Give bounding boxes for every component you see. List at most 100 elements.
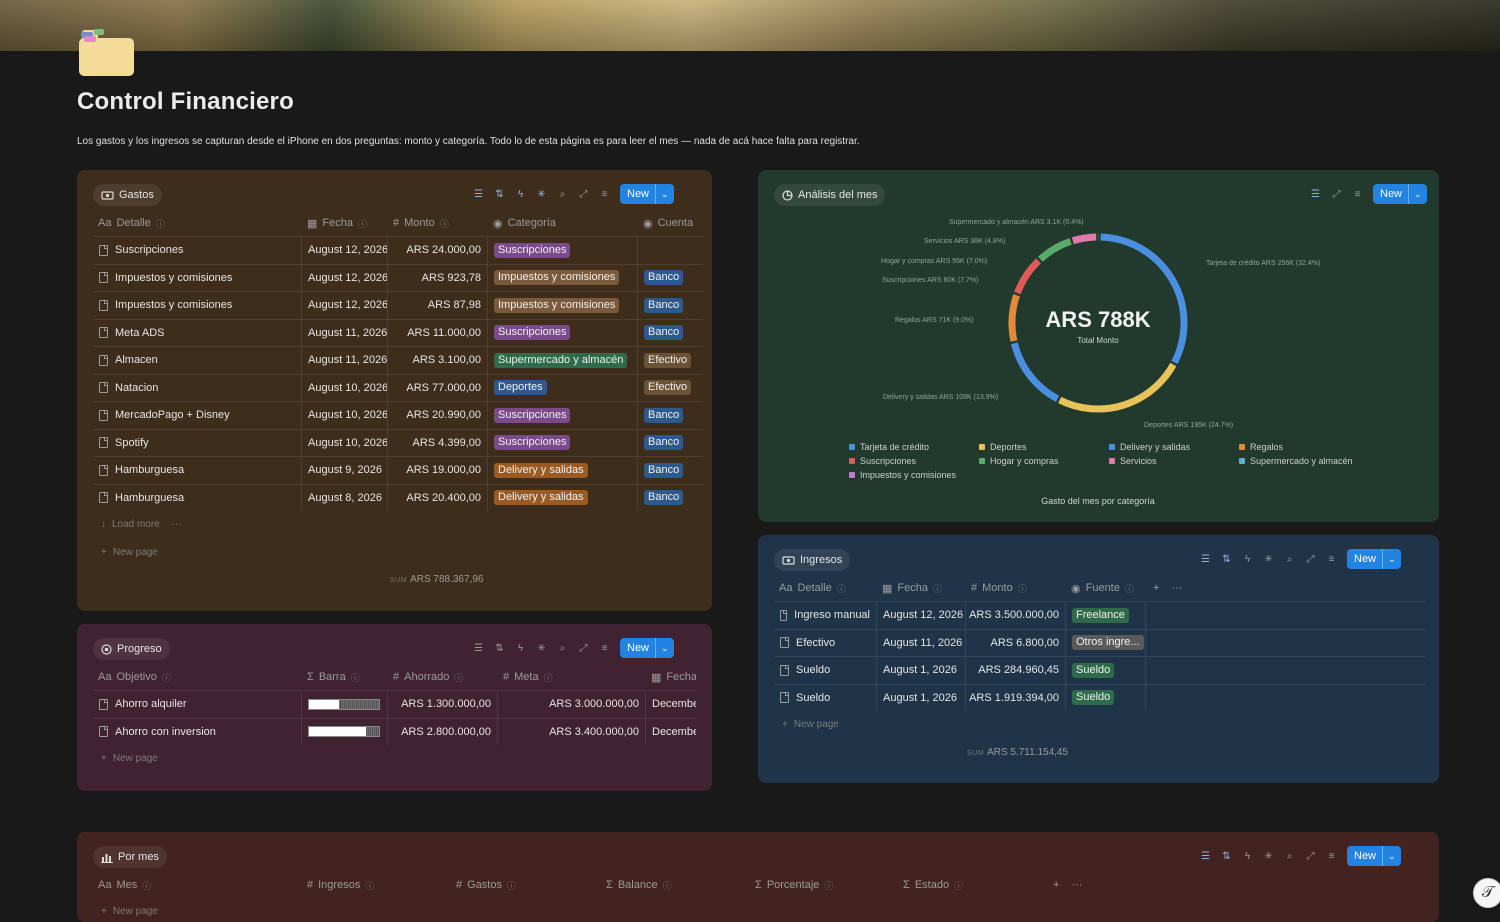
load-more-button[interactable]: ↓Load more···	[101, 519, 182, 530]
cell-monto[interactable]: ARS 24.000,00	[388, 237, 488, 264]
cell-detalle[interactable]: Suscripciones	[93, 237, 302, 264]
table-row[interactable]: SuscripcionesAugust 12, 2026ARS 24.000,0…	[93, 236, 703, 263]
cell-categoria[interactable]: Impuestos y comisiones	[488, 292, 638, 319]
cell-fecha[interactable]: August 10, 2026	[302, 402, 388, 429]
cell-monto[interactable]: ARS 3.100,00	[388, 347, 488, 374]
cell-fecha[interactable]: August 11, 2026	[877, 629, 966, 656]
legend-item[interactable]: Hogar y compras	[979, 456, 1059, 466]
donut-slice-4[interactable]	[1017, 261, 1038, 293]
cell-categoria[interactable]: Suscripciones	[488, 319, 638, 346]
table-row[interactable]: SpotifyAugust 10, 2026ARS 4.399,00Suscri…	[93, 429, 703, 456]
cell-detalle[interactable]: Almacen	[93, 347, 302, 374]
cell-ahorrado[interactable]: ARS 2.800.000,00	[388, 718, 498, 745]
legend-item[interactable]: Supermercado y almacén	[1239, 456, 1353, 466]
filter-icon[interactable]: ☰	[473, 189, 484, 200]
cell-monto[interactable]: ARS 4.399,00	[388, 429, 488, 456]
cell-detalle[interactable]: Natacion	[93, 374, 302, 401]
table-row[interactable]: SueldoAugust 1, 2026ARS 284.960,45Sueldo	[774, 656, 1426, 683]
cell-monto[interactable]: ARS 3.500.000,00	[966, 602, 1066, 629]
cell-fuente[interactable]: Sueldo	[1066, 657, 1146, 684]
cell-fecha[interactable]: August 12, 2026	[302, 264, 388, 291]
cell-cuenta[interactable]	[638, 237, 703, 264]
cell-cuenta[interactable]: Efectivo	[638, 347, 703, 374]
cell-fecha[interactable]: August 8, 2026	[302, 484, 388, 511]
por-mes-new-button[interactable]: New⌄	[1347, 846, 1401, 866]
magic-icon[interactable]: ✳	[1263, 554, 1274, 565]
magic-icon[interactable]: ✳	[1263, 851, 1274, 862]
search-icon[interactable]: ⌕	[1284, 554, 1295, 565]
cell-detalle[interactable]: Hamburguesa	[93, 457, 302, 484]
cell-categoria[interactable]: Suscripciones	[488, 237, 638, 264]
cell-detalle[interactable]: Spotify	[93, 429, 302, 456]
table-row[interactable]: HamburguesaAugust 8, 2026ARS 20.400,00De…	[93, 484, 703, 511]
gastos-view-tab[interactable]: Gastos	[93, 184, 162, 206]
add-column-button[interactable]: +···	[1048, 879, 1088, 891]
col-monto[interactable]: #Montoⓘ	[388, 217, 488, 230]
col-estado[interactable]: ΣEstadoⓘ	[898, 879, 1048, 892]
cell-fecha[interactable]: August 9, 2026	[302, 457, 388, 484]
automation-icon[interactable]: ϟ	[515, 189, 526, 200]
ingresos-view-tab[interactable]: Ingresos	[774, 549, 850, 571]
legend-item[interactable]: Servicios	[1109, 456, 1157, 466]
col-objetivo[interactable]: AaObjetivoⓘ	[93, 671, 302, 684]
legend-item[interactable]: Tarjeta de crédito	[849, 442, 929, 452]
cell-monto[interactable]: ARS 19.000,00	[388, 457, 488, 484]
col-detalle[interactable]: AaDetalleⓘ	[774, 582, 877, 595]
cell-monto[interactable]: ARS 923,78	[388, 264, 488, 291]
cell-cuenta[interactable]: Banco	[638, 402, 703, 429]
legend-item[interactable]: Regalos	[1239, 442, 1283, 452]
sort-icon[interactable]: ⇅	[1221, 554, 1232, 565]
cell-monto[interactable]: ARS 77.000,00	[388, 374, 488, 401]
automation-icon[interactable]: ϟ	[515, 643, 526, 654]
cell-cuenta[interactable]: Banco	[638, 484, 703, 511]
col-cuenta[interactable]: ◉Cuenta	[638, 217, 708, 230]
settings-icon[interactable]: ≡	[1326, 851, 1337, 862]
legend-item[interactable]: Suscripciones	[849, 456, 916, 466]
sort-icon[interactable]: ⇅	[494, 189, 505, 200]
table-row[interactable]: Ahorro con inversionARS 2.800.000,00ARS …	[93, 718, 696, 745]
cell-fecha[interactable]: August 11, 2026	[302, 319, 388, 346]
cell-detalle[interactable]: Ingreso manual	[774, 602, 877, 629]
cell-detalle[interactable]: Sueldo	[774, 657, 877, 684]
cell-detalle[interactable]: Hamburguesa	[93, 484, 302, 511]
legend-item[interactable]: Delivery y salidas	[1109, 442, 1190, 452]
cell-cuenta[interactable]: Banco	[638, 264, 703, 291]
col-fuente[interactable]: ◉Fuenteⓘ	[1066, 582, 1148, 595]
cell-cuenta[interactable]: Banco	[638, 319, 703, 346]
magic-icon[interactable]: ✳	[536, 643, 547, 654]
magic-icon[interactable]: ✳	[536, 189, 547, 200]
ingresos-new-page[interactable]: +New page	[782, 719, 839, 730]
search-icon[interactable]: ⌕	[1284, 851, 1295, 862]
table-row[interactable]: Impuestos y comisiones August 12, 2026ARS…	[93, 264, 703, 291]
cell-fuente[interactable]: Sueldo	[1066, 684, 1146, 711]
sort-icon[interactable]: ⇅	[494, 643, 505, 654]
col-categoria[interactable]: ◉Categoría	[488, 217, 638, 230]
settings-icon[interactable]: ≡	[599, 189, 610, 200]
cell-fecha[interactable]: August 10, 2026	[302, 429, 388, 456]
expand-icon[interactable]: ⤢	[578, 643, 589, 654]
donut-slice-1[interactable]	[1060, 365, 1174, 409]
legend-item[interactable]: Impuestos y comisiones	[849, 470, 956, 480]
legend-item[interactable]: Deportes	[979, 442, 1027, 452]
cell-detalle[interactable]: Efectivo	[774, 629, 877, 656]
col-balance[interactable]: ΣBalanceⓘ	[601, 879, 750, 892]
cell-fuente[interactable]: Otros ingre...	[1066, 629, 1146, 656]
cell-meta[interactable]: ARS 3.400.000,00	[498, 718, 646, 745]
cell-categoria[interactable]: Delivery y salidas	[488, 484, 638, 511]
cell-monto[interactable]: ARS 284.960,45	[966, 657, 1066, 684]
col-monto[interactable]: #Montoⓘ	[966, 582, 1066, 595]
expand-icon[interactable]: ⤢	[578, 189, 589, 200]
settings-icon[interactable]: ≡	[1326, 554, 1337, 565]
col-fecha[interactable]: ▦Fechaⓘ	[302, 217, 388, 230]
settings-icon[interactable]: ≡	[599, 643, 610, 654]
cell-ahorrado[interactable]: ARS 1.300.000,00	[388, 691, 498, 718]
sort-icon[interactable]: ⇅	[1221, 851, 1232, 862]
col-fecha[interactable]: ▦Fechaⓘ	[877, 582, 966, 595]
col-detalle[interactable]: AaDetalleⓘ	[93, 217, 302, 230]
chevron-down-icon[interactable]: ⌄	[1382, 846, 1401, 866]
expand-icon[interactable]: ⤢	[1305, 851, 1316, 862]
cell-fecha[interactable]: August 12, 2026	[302, 292, 388, 319]
cell-categoria[interactable]: Impuestos y comisiones	[488, 264, 638, 291]
progreso-view-tab[interactable]: Progreso	[93, 638, 170, 660]
col-ahorrado[interactable]: #Ahorradoⓘ	[388, 671, 498, 684]
